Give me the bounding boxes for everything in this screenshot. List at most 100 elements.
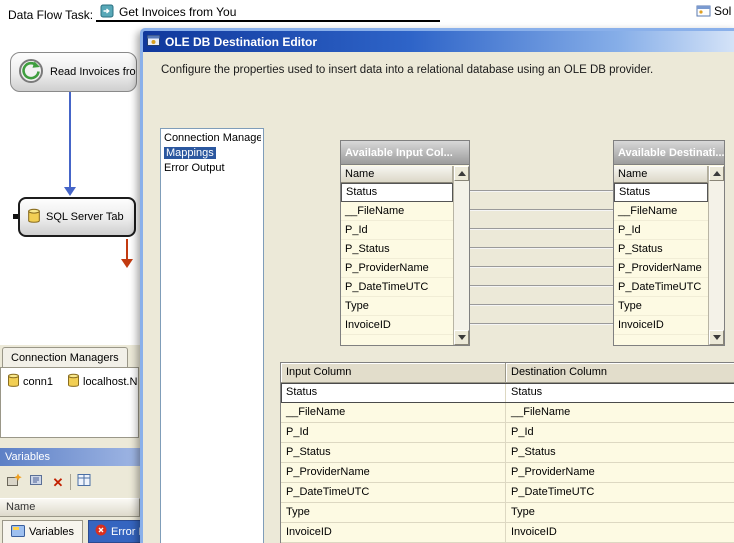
data-flow-path-line[interactable] [69, 92, 71, 187]
destination-column-row[interactable]: Status [614, 183, 708, 202]
input-column-row[interactable]: P_ProviderName [341, 259, 453, 278]
mapping-line[interactable] [470, 209, 613, 211]
mapping-line[interactable] [470, 304, 613, 306]
add-variable-button[interactable] [4, 472, 24, 492]
destination-list-scrollbar[interactable] [708, 166, 724, 345]
input-column-header[interactable]: Input Column [281, 363, 506, 383]
scrollbar-up-button[interactable] [454, 166, 469, 181]
input-column-row[interactable]: P_DateTimeUTC [341, 278, 453, 297]
mapping-destination-cell[interactable]: P_DateTimeUTC [506, 483, 734, 503]
nav-item-connection-manager[interactable]: Connection Manager [163, 131, 261, 145]
destination-column-row[interactable]: InvoiceID [614, 316, 708, 335]
mapping-grid-row[interactable]: P_Status P_Status [281, 443, 734, 463]
dialog-title: OLE DB Destination Editor [165, 34, 318, 49]
mapping-destination-cell[interactable]: Type [506, 503, 734, 523]
mapping-destination-cell[interactable]: InvoiceID [506, 523, 734, 543]
destination-list-title[interactable]: Available Destinati... [614, 141, 724, 165]
data-flow-task-icon [100, 4, 114, 21]
scrollbar-down-button[interactable] [454, 330, 469, 345]
destination-column-header[interactable]: Destination Column [506, 363, 734, 383]
input-column-row[interactable]: P_Id [341, 221, 453, 240]
input-column-row[interactable]: Type [341, 297, 453, 316]
error-list-icon [95, 524, 107, 539]
delete-variable-icon: ✕ [52, 474, 64, 490]
show-system-variables-button[interactable] [26, 472, 46, 492]
ole-db-destination-editor-dialog: OLE DB Destination Editor Configure the … [140, 28, 734, 543]
mapping-destination-cell[interactable]: __FileName [506, 403, 734, 423]
source-component-box[interactable]: Read Invoices fro [10, 52, 137, 92]
mapping-grid-row[interactable]: P_Id P_Id [281, 423, 734, 443]
mapping-grid-row[interactable]: P_ProviderName P_ProviderName [281, 463, 734, 483]
mapping-line[interactable] [470, 247, 613, 249]
mapping-connectors [470, 140, 613, 346]
destination-component-box[interactable]: SQL Server Tab [18, 197, 136, 237]
variables-panel-title: Variables [5, 451, 51, 463]
nav-item-label: Error Output [164, 162, 225, 174]
mapping-grid-row[interactable]: Status Status [281, 383, 734, 403]
triangle-up-icon [712, 171, 721, 176]
input-column-row[interactable]: InvoiceID [341, 316, 453, 335]
mapping-line[interactable] [470, 228, 613, 230]
variables-panel-header[interactable]: Variables [0, 448, 140, 466]
mapping-input-cell[interactable]: InvoiceID [281, 523, 506, 543]
mapping-grid-row[interactable]: __FileName __FileName [281, 403, 734, 423]
input-list-name-header[interactable]: Name [341, 166, 453, 183]
mapping-grid-row[interactable]: InvoiceID InvoiceID [281, 523, 734, 543]
data-flow-path-arrow-icon [64, 187, 76, 196]
data-flow-task-combo[interactable]: Get Invoices from You [96, 3, 440, 21]
database-icon [27, 208, 41, 227]
tab-variables[interactable]: Variables [2, 520, 84, 543]
destination-column-row[interactable]: P_DateTimeUTC [614, 278, 708, 297]
mapping-grid-header: Input Column Destination Column [281, 363, 734, 383]
mapping-input-cell[interactable]: Status [281, 383, 506, 403]
input-list-scrollbar[interactable] [453, 166, 469, 345]
solution-explorer-edge[interactable]: Sol [696, 4, 731, 21]
choose-columns-button[interactable] [74, 472, 94, 492]
nav-item-mappings[interactable]: Mappings [163, 146, 261, 160]
destination-column-row[interactable]: P_Status [614, 240, 708, 259]
source-component-label: Read Invoices fro [50, 66, 136, 78]
mapping-input-cell[interactable]: P_ProviderName [281, 463, 506, 483]
mapping-input-cell[interactable]: Type [281, 503, 506, 523]
mapping-destination-cell[interactable]: P_Status [506, 443, 734, 463]
destination-column-row[interactable]: P_ProviderName [614, 259, 708, 278]
input-list-title[interactable]: Available Input Col... [341, 141, 469, 165]
choose-columns-icon [77, 473, 92, 492]
triangle-down-icon [712, 335, 721, 340]
delete-variable-button[interactable]: ✕ [48, 472, 68, 492]
scrollbar-up-button[interactable] [709, 166, 724, 181]
destination-column-row[interactable]: Type [614, 297, 708, 316]
nav-item-error-output[interactable]: Error Output [163, 161, 261, 175]
mapping-destination-cell[interactable]: P_Id [506, 423, 734, 443]
mapping-grid: Input Column Destination Column Status S… [280, 362, 734, 543]
connection-manager-item[interactable]: conn1 [7, 373, 53, 391]
scrollbar-down-button[interactable] [709, 330, 724, 345]
mapping-line[interactable] [470, 266, 613, 268]
mapping-input-cell[interactable]: P_DateTimeUTC [281, 483, 506, 503]
mapping-line[interactable] [470, 285, 613, 287]
input-column-row[interactable]: P_Status [341, 240, 453, 259]
connection-managers-panel[interactable]: conn1 localhost.N [0, 367, 139, 438]
dialog-titlebar[interactable]: OLE DB Destination Editor [143, 31, 734, 52]
triangle-down-icon [457, 335, 466, 340]
mapping-input-cell[interactable]: P_Status [281, 443, 506, 463]
destination-list-name-header[interactable]: Name [614, 166, 708, 183]
mapping-line[interactable] [470, 323, 613, 325]
mapping-grid-row[interactable]: P_DateTimeUTC P_DateTimeUTC [281, 483, 734, 503]
input-column-row[interactable]: __FileName [341, 202, 453, 221]
input-column-row[interactable]: Status [341, 183, 453, 202]
selection-handle[interactable] [13, 214, 18, 219]
destination-column-row[interactable]: __FileName [614, 202, 708, 221]
mapping-grid-row[interactable]: Type Type [281, 503, 734, 523]
connection-manager-item[interactable]: localhost.N [67, 373, 137, 391]
connection-managers-tab[interactable]: Connection Managers [2, 347, 128, 367]
destination-column-row[interactable]: P_Id [614, 221, 708, 240]
task-combo-underline [96, 20, 440, 22]
mapping-destination-cell[interactable]: Status [506, 383, 734, 403]
mapping-input-cell[interactable]: __FileName [281, 403, 506, 423]
mapping-destination-cell[interactable]: P_ProviderName [506, 463, 734, 483]
mapping-line[interactable] [470, 190, 613, 192]
error-output-path-line[interactable] [126, 239, 128, 260]
mapping-input-cell[interactable]: P_Id [281, 423, 506, 443]
variables-name-column-header[interactable]: Name [0, 498, 140, 517]
